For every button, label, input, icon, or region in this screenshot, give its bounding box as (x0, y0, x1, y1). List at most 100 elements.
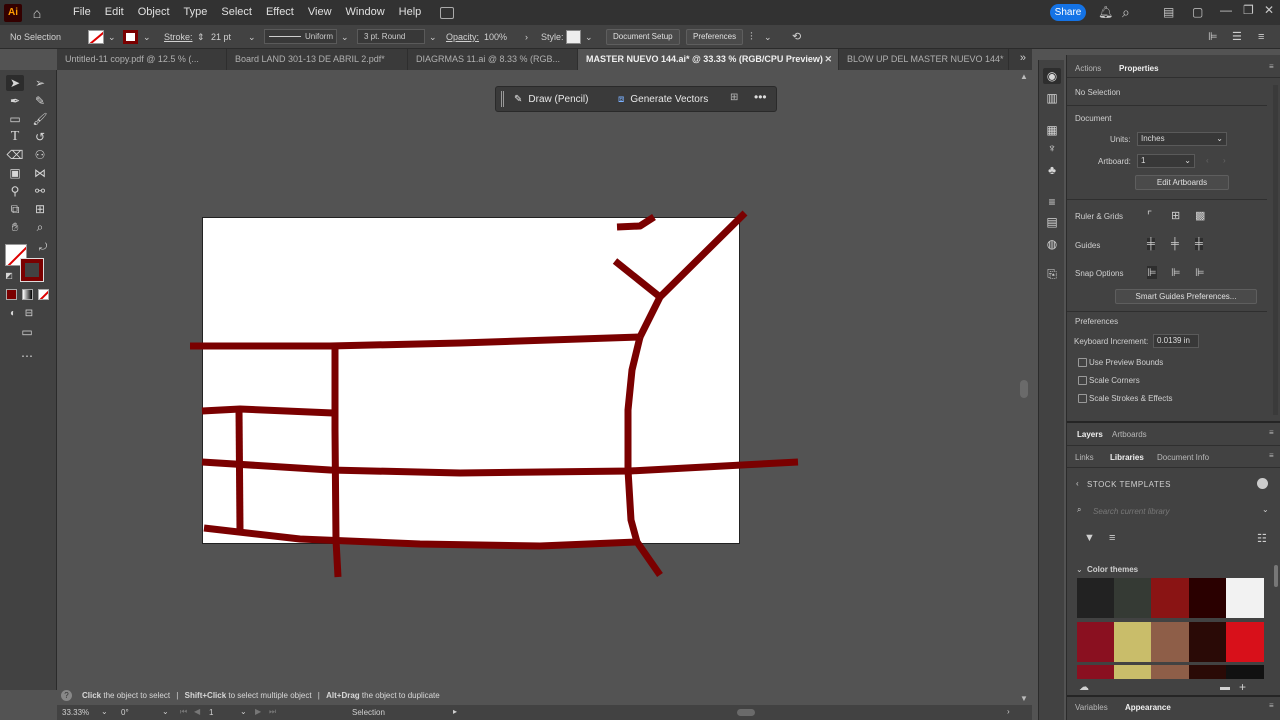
minimize-icon[interactable]: — (1220, 3, 1232, 17)
menu-view[interactable]: View (301, 0, 339, 25)
rotation-dropdown-icon[interactable]: ⌄ (162, 707, 169, 716)
opacity-arrow-icon[interactable]: › (525, 30, 528, 44)
search-icon[interactable]: ⌕ (1122, 4, 1130, 21)
none-mode-icon[interactable] (38, 289, 49, 300)
horizontal-scrollbar[interactable] (737, 709, 755, 716)
pencil-tool-icon[interactable]: ✎ (31, 93, 49, 109)
profile-dropdown-icon[interactable]: ⌄ (341, 30, 349, 44)
artboard-next-icon[interactable]: › (1223, 156, 1226, 165)
add-icon[interactable]: + (1239, 680, 1246, 694)
transform-icon[interactable]: ☰ (1232, 30, 1242, 44)
properties-scrollbar[interactable] (1273, 85, 1278, 415)
edit-toolbar-icon[interactable]: ⋯ (18, 348, 36, 364)
clear-guides-icon[interactable]: ╪ (1195, 238, 1203, 250)
units-select[interactable]: Inches ⌄ (1137, 132, 1227, 146)
more-options-icon[interactable]: ≡ (1258, 30, 1264, 44)
libraries-menu-icon[interactable]: ≡ (1269, 451, 1274, 460)
cloud-icon[interactable]: ☁ (1079, 682, 1089, 693)
color-theme-1[interactable] (1077, 578, 1264, 618)
opacity-value[interactable]: 100% (484, 30, 507, 44)
artboard-prev-icon[interactable]: ‹ (1206, 156, 1209, 165)
tab-properties[interactable]: Properties (1119, 64, 1159, 73)
library-search-input[interactable]: Search current library (1093, 507, 1169, 516)
brushes-panel-icon[interactable]: ♆ (1043, 140, 1061, 156)
tab-actions[interactable]: Actions (1075, 64, 1101, 73)
list-view-icon[interactable]: ☷ (1257, 532, 1267, 545)
notifications-icon[interactable]: 🔔︎ (1098, 5, 1113, 19)
stroke-stepper-icon[interactable]: ⇕ (197, 30, 205, 44)
recolor-icon[interactable]: ⟲ (792, 30, 801, 44)
tab-board-land[interactable]: Board LAND 301-13 DE ABRIL 2.pdf* (227, 49, 408, 70)
more-options-icon[interactable]: ••• (754, 90, 767, 104)
type-tool-icon[interactable]: T (6, 129, 24, 145)
tab-libraries[interactable]: Libraries (1110, 453, 1144, 462)
grid-icon[interactable]: ⊞ (1171, 209, 1180, 222)
document-setup-button[interactable]: Document Setup (606, 29, 680, 45)
smart-guides-preferences-button[interactable]: Smart Guides Preferences... (1115, 289, 1257, 304)
stock-templates-label[interactable]: STOCK TEMPLATES (1087, 480, 1171, 489)
user-icon[interactable] (1257, 478, 1268, 489)
color-themes-label[interactable]: Color themes (1087, 565, 1138, 574)
close-window-icon[interactable]: ✕ (1264, 3, 1274, 17)
grid-icon[interactable]: ⊞ (730, 92, 738, 103)
fill-swatch[interactable] (88, 30, 104, 44)
color-themes-chevron-icon[interactable]: ⌄ (1076, 565, 1083, 574)
folder-icon[interactable]: ▬ (1220, 682, 1230, 693)
snap-point-icon[interactable]: ⊫ (1147, 266, 1157, 279)
scale-strokes-checkbox[interactable] (1078, 394, 1087, 403)
home-icon[interactable]: ⌂ (22, 5, 52, 21)
style-dropdown-icon[interactable]: ⌄ (585, 30, 593, 44)
restore-icon[interactable]: ❐ (1243, 3, 1254, 17)
direct-selection-tool-icon[interactable]: ➢ (31, 75, 49, 91)
close-tab-icon[interactable]: ✕ (824, 49, 832, 70)
swap-fill-stroke-icon[interactable]: ⤾ (34, 240, 52, 256)
pen-tool-icon[interactable]: ✒ (6, 93, 24, 109)
menu-object[interactable]: Object (131, 0, 177, 25)
first-artboard-icon[interactable]: ⏮ (180, 707, 187, 717)
screen-mode-icon[interactable]: ⊟ (20, 306, 38, 322)
more-tabs-icon[interactable]: » (1020, 52, 1026, 64)
stroke-weight-value[interactable]: 21 pt (211, 30, 231, 44)
zoom-dropdown-icon[interactable]: ⌄ (101, 707, 108, 716)
symbols-panel-icon[interactable]: ♣ (1043, 162, 1061, 178)
free-transform-tool-icon[interactable]: ⧉ (6, 201, 24, 217)
artboard-tool-icon[interactable]: ⊞ (31, 201, 49, 217)
help-icon[interactable]: ? (61, 690, 72, 701)
selection-tool-icon[interactable]: ➤ (6, 75, 24, 91)
snap-glyph-icon[interactable]: ⊫ (1195, 266, 1205, 279)
scale-corners-checkbox[interactable] (1078, 376, 1087, 385)
scroll-up-icon[interactable]: ▲ (1020, 72, 1028, 81)
asset-export-panel-icon[interactable]: ⎘ (1043, 266, 1061, 282)
zoom-tool-icon[interactable]: ⌕ (31, 219, 49, 235)
fill-dropdown-icon[interactable]: ⌄ (108, 30, 116, 44)
arrange-documents-icon[interactable] (440, 6, 455, 19)
transparency-grid-icon[interactable]: ▩ (1195, 209, 1205, 222)
stroke-indicator[interactable] (20, 258, 44, 282)
color-mode-icon[interactable] (6, 289, 17, 300)
stroke-panel-icon[interactable]: ≡ (1043, 194, 1061, 210)
color-theme-3[interactable] (1077, 665, 1264, 679)
rectangle-tool-icon[interactable]: ▭ (6, 111, 24, 127)
scroll-right-icon[interactable]: › (1007, 707, 1010, 716)
tab-master-nuevo[interactable]: MASTER NUEVO 144.ai* @ 33.33 % (RGB/CPU … (578, 49, 839, 70)
tool-menu-arrow-icon[interactable]: ▸ (453, 707, 457, 716)
back-chevron-icon[interactable]: ‹ (1076, 479, 1079, 488)
next-artboard-icon[interactable]: ▶ (255, 707, 261, 716)
tab-untitled-11[interactable]: Untitled-11 copy.pdf @ 12.5 % (... (57, 49, 227, 70)
ruler-icon[interactable]: ⌜ (1147, 209, 1152, 222)
generate-vectors-button[interactable]: ⧈ Generate Vectors (618, 90, 708, 108)
keyboard-increment-input[interactable]: 0.0139 in (1153, 334, 1199, 348)
align-left-icon[interactable]: ⊫ (1208, 30, 1218, 44)
transparency-panel-icon[interactable]: ◍ (1043, 236, 1061, 252)
menu-edit[interactable]: Edit (98, 0, 131, 25)
stroke-dropdown-icon[interactable]: ⌄ (143, 30, 151, 44)
vertical-scrollbar[interactable] (1020, 380, 1028, 398)
snap-pixel-icon[interactable]: ⊫ (1171, 266, 1181, 279)
tab-variables[interactable]: Variables (1075, 703, 1108, 712)
panels-icon[interactable]: ▢ (1192, 5, 1203, 19)
library-search-dropdown-icon[interactable]: ⌄ (1262, 505, 1269, 514)
zoom-level[interactable]: 33.33% (62, 708, 89, 717)
artboard[interactable] (202, 217, 740, 544)
last-artboard-icon[interactable]: ⏭ (269, 707, 276, 717)
paintbrush-tool-icon[interactable]: 🖌︎ (31, 111, 49, 127)
